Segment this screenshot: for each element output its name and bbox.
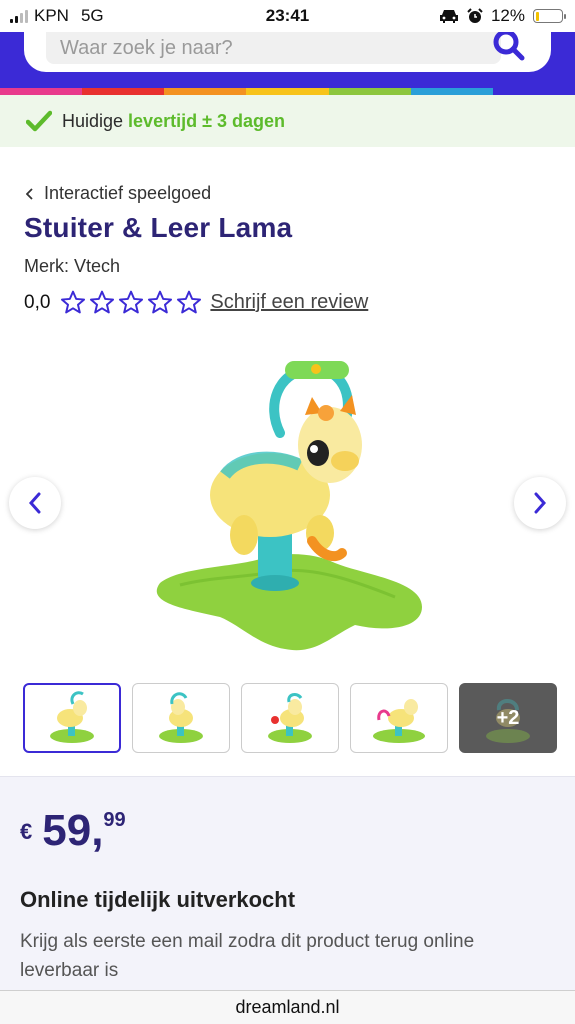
star-icon	[119, 290, 144, 314]
rainbow-stripe	[0, 88, 575, 95]
llama-thumbnail-image	[268, 693, 312, 743]
rating-stars	[60, 290, 202, 315]
product-title: Stuiter & Leer Lama	[24, 212, 293, 243]
browser-url-bar[interactable]: dreamland.nl	[0, 990, 575, 1024]
star-icon	[61, 290, 86, 314]
rainbow-segment	[492, 88, 575, 95]
battery-percent: 12%	[490, 6, 525, 25]
breadcrumb[interactable]: Interactief speelgoed	[26, 183, 211, 204]
url-domain: dreamland.nl	[235, 997, 340, 1017]
alarm-icon	[467, 8, 483, 23]
rainbow-segment	[410, 88, 493, 95]
search-bar	[24, 29, 551, 72]
rainbow-segment	[246, 88, 329, 95]
thumbnail-4[interactable]	[350, 683, 448, 753]
search-button[interactable]	[489, 28, 529, 64]
site-header	[0, 29, 575, 88]
star-icon	[90, 290, 115, 314]
search-icon	[493, 29, 525, 61]
thumbnail-more[interactable]: +2	[459, 683, 557, 753]
price-decimals: 99	[103, 809, 126, 831]
delivery-banner: Huidige levertijd ± 3 dagen	[0, 95, 575, 147]
stock-status-text: Krijg als eerste een mail zodra dit prod…	[20, 931, 475, 981]
chevron-left-icon	[26, 187, 33, 200]
thumbnail-strip: +2	[23, 683, 557, 753]
product-price: € 59, 99	[20, 807, 126, 855]
delivery-time: levertijd ± 3 dagen	[128, 110, 285, 131]
star-icon	[148, 290, 173, 314]
status-right: 12%	[439, 6, 566, 26]
rainbow-segment	[164, 88, 247, 95]
thumbnail-2[interactable]	[132, 683, 230, 753]
gallery-next-button[interactable]	[514, 477, 566, 529]
breadcrumb-label: Interactief speelgoed	[44, 183, 212, 203]
price-currency: €	[20, 819, 33, 844]
status-bar: KPN 5G 23:41 12%	[0, 0, 575, 32]
llama-thumbnail-image	[373, 699, 425, 743]
thumbnail-3[interactable]	[241, 683, 339, 753]
gallery-prev-button[interactable]	[9, 477, 61, 529]
car-icon	[439, 10, 458, 23]
write-review-link[interactable]: Schrijf een review	[210, 291, 368, 314]
chevron-left-icon	[28, 492, 41, 514]
price-section: € 59, 99 Online tijdelijk uitverkocht Kr…	[0, 776, 575, 1024]
more-images-label: +2	[496, 706, 520, 729]
rating-value: 0,0	[24, 291, 51, 313]
llama-thumbnail-image	[159, 692, 203, 743]
delivery-prefix: Huidige	[62, 110, 124, 131]
rating-row: 0,0 Schrijf een review	[24, 290, 368, 315]
thumbnail-1[interactable]	[23, 683, 121, 753]
product-gallery	[0, 335, 575, 670]
product-image[interactable]	[140, 345, 440, 655]
search-input[interactable]	[46, 32, 501, 64]
price-integer: 59,	[42, 806, 104, 855]
rainbow-segment	[82, 88, 165, 95]
checkmark-icon	[26, 110, 52, 132]
chevron-right-icon	[534, 492, 547, 514]
stock-status-title: Online tijdelijk uitverkocht	[20, 887, 296, 912]
llama-thumbnail-image	[50, 691, 94, 743]
product-brand: Merk: Vtech	[24, 256, 121, 276]
rainbow-segment	[0, 88, 83, 95]
rainbow-segment	[328, 88, 411, 95]
battery-icon	[533, 9, 566, 23]
star-icon	[177, 290, 202, 314]
